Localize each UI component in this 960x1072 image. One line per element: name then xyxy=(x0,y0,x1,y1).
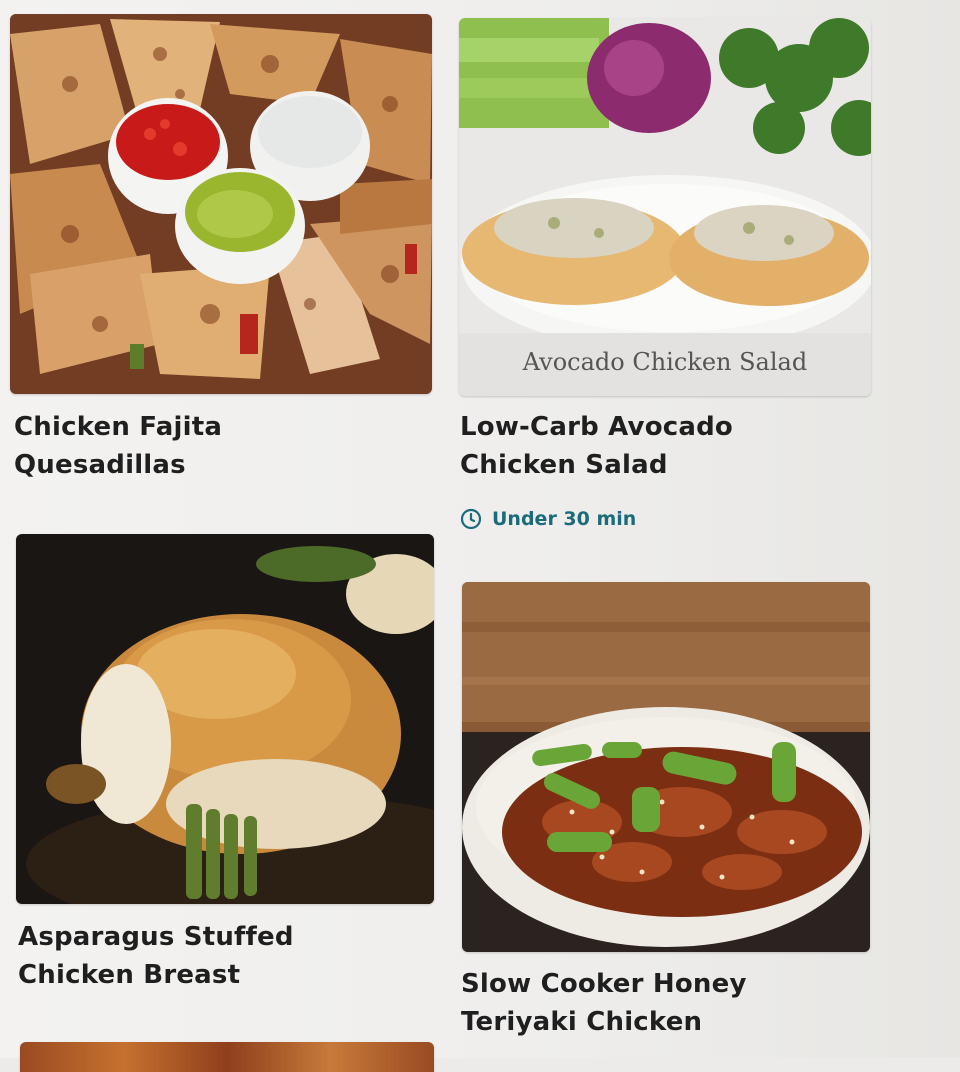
cook-time: Under 30 min xyxy=(460,508,636,530)
clock-icon xyxy=(460,508,482,530)
cook-time-label: Under 30 min xyxy=(492,508,637,530)
recipe-card-fajita-quesadillas[interactable]: Chicken Fajita Quesadillas xyxy=(0,0,450,500)
title-line: Quesadillas xyxy=(14,450,186,480)
title-line: Teriyaki Chicken xyxy=(461,1007,703,1037)
recipe-title-fajita-quesadillas[interactable]: Chicken Fajita Quesadillas xyxy=(14,408,222,484)
recipe-image-next-partial[interactable] xyxy=(20,1042,434,1072)
quesadilla-plate-illustration xyxy=(10,14,432,394)
recipe-card-honey-teriyaki[interactable]: Slow Cooker Honey Teriyaki Chicken xyxy=(450,570,890,1058)
title-line: Chicken Breast xyxy=(18,960,241,990)
title-line: Chicken Fajita xyxy=(14,412,223,442)
recipe-image-asparagus-chicken[interactable] xyxy=(16,534,434,904)
recipe-image-fajita-quesadillas[interactable] xyxy=(10,14,432,394)
title-line: Chicken Salad xyxy=(460,450,668,480)
teriyaki-bowl-illustration xyxy=(462,582,870,952)
recipe-card-asparagus-chicken[interactable]: Asparagus Stuffed Chicken Breast xyxy=(0,520,450,1020)
title-line: Asparagus Stuffed xyxy=(18,922,294,952)
title-line: Slow Cooker Honey xyxy=(461,969,747,999)
recipe-image-honey-teriyaki[interactable] xyxy=(462,582,870,952)
stuffed-chicken-illustration xyxy=(16,534,434,904)
avocado-salad-plate-illustration xyxy=(459,18,871,396)
recipe-title-honey-teriyaki[interactable]: Slow Cooker Honey Teriyaki Chicken xyxy=(461,965,747,1041)
image-caption: Avocado Chicken Salad xyxy=(522,348,808,376)
recipe-grid: Chicken Fajita Quesadillas Avocado Chick… xyxy=(0,0,960,1072)
recipe-title-avocado-chicken-salad[interactable]: Low-Carb Avocado Chicken Salad xyxy=(460,408,733,484)
recipe-card-avocado-chicken-salad[interactable]: Avocado Chicken Salad Low-Carb Avocado C… xyxy=(450,0,890,560)
recipe-title-asparagus-chicken[interactable]: Asparagus Stuffed Chicken Breast xyxy=(18,918,294,994)
recipe-image-avocado-chicken-salad[interactable]: Avocado Chicken Salad xyxy=(459,18,871,396)
title-line: Low-Carb Avocado xyxy=(460,412,733,442)
